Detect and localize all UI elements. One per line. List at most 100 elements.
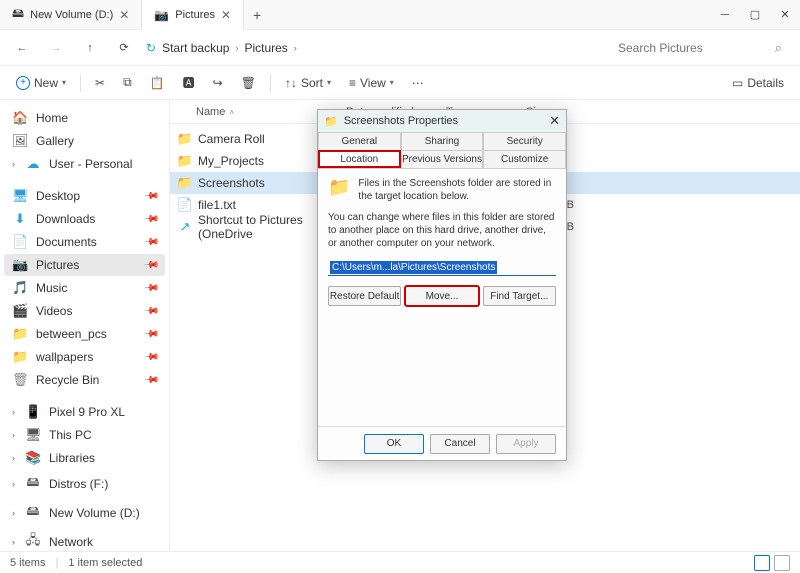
item-icon: 🏠	[12, 110, 28, 126]
minimize-button[interactable]: ─	[710, 0, 740, 30]
properties-dialog: 📁 Screenshots Properties ✕ General Shari…	[317, 109, 567, 461]
restore-default-button[interactable]: Restore Default	[328, 286, 401, 306]
search-icon: ⌕	[775, 40, 782, 56]
tab-security[interactable]: Security	[483, 132, 566, 150]
sidebar-item-network[interactable]: ›🖧Network	[4, 528, 165, 551]
pin-icon: 📌	[142, 372, 159, 389]
copy-button[interactable]: ⧉	[117, 71, 138, 95]
close-icon[interactable]: ✕	[221, 8, 231, 22]
item-label: Downloads	[36, 212, 95, 226]
sidebar-item-this-pc[interactable]: ›🖥This PC	[4, 424, 165, 446]
tab-customize[interactable]: Customize	[483, 150, 566, 168]
search-input[interactable]	[618, 41, 775, 55]
share-button[interactable]: ↪	[207, 71, 229, 95]
tab-pictures[interactable]: 📷 Pictures ✕	[142, 0, 244, 30]
tab-previous-versions[interactable]: Previous Versions	[401, 150, 484, 168]
item-icon: 🖧	[25, 531, 41, 551]
pin-icon: 📌	[142, 349, 159, 366]
cut-icon: ✂	[95, 76, 105, 90]
up-button[interactable]: ↑	[78, 36, 102, 60]
refresh-button[interactable]: ⟳	[112, 36, 136, 60]
new-button[interactable]: + New ▾	[10, 71, 72, 95]
properties-tabs: General Sharing Security Location Previo…	[318, 132, 566, 169]
thumbnails-view-button[interactable]	[774, 555, 790, 571]
close-window-button[interactable]: ✕	[770, 0, 800, 30]
sidebar-item-music[interactable]: 🎵Music📌	[4, 277, 165, 299]
item-label: Distros (F:)	[49, 477, 108, 491]
sidebar-item-wallpapers[interactable]: 📁wallpapers📌	[4, 346, 165, 368]
tab-sharing[interactable]: Sharing	[401, 132, 484, 150]
sidebar-item-distros-f-[interactable]: ›🖴Distros (F:)	[4, 470, 165, 498]
tab-location[interactable]: Location	[318, 150, 401, 168]
item-icon: 📷	[12, 257, 28, 273]
status-selected: 1 item selected	[68, 557, 142, 569]
sidebar-item-desktop[interactable]: 🖥Desktop📌	[4, 185, 165, 207]
sidebar-item-recycle-bin[interactable]: 🗑Recycle Bin📌	[4, 369, 165, 391]
sidebar-item-pixel-9-pro-xl[interactable]: ›📱Pixel 9 Pro XL	[4, 401, 165, 423]
view-button[interactable]: ≡ View ▾	[343, 71, 400, 95]
separator	[80, 74, 81, 92]
folder-icon: 📁	[324, 115, 338, 128]
chevron-right-icon: ›	[235, 43, 238, 53]
back-button[interactable]: ←	[10, 36, 34, 60]
item-icon: 🖥	[12, 188, 28, 204]
sort-button[interactable]: ↑↓ Sort ▾	[279, 71, 337, 95]
cancel-button[interactable]: Cancel	[430, 434, 490, 454]
maximize-button[interactable]: ▢	[740, 0, 770, 30]
find-target-button[interactable]: Find Target...	[483, 286, 556, 306]
tab-general[interactable]: General	[318, 132, 401, 150]
chevron-right-icon: ›	[12, 453, 15, 463]
apply-button[interactable]: Apply	[496, 434, 556, 454]
sidebar-item-libraries[interactable]: ›📚Libraries	[4, 447, 165, 469]
close-dialog-button[interactable]: ✕	[549, 113, 560, 129]
item-icon: 🖥	[25, 427, 41, 443]
search-box[interactable]: ⌕	[610, 36, 790, 60]
item-icon: ☁	[25, 156, 41, 172]
item-label: Pictures	[36, 258, 79, 272]
breadcrumb-backup[interactable]: Start backup	[162, 41, 229, 55]
item-icon: 📁	[12, 326, 28, 342]
item-label: Videos	[36, 304, 72, 318]
sidebar-item-videos[interactable]: 🎬Videos📌	[4, 300, 165, 322]
plus-icon: +	[16, 76, 30, 90]
details-icon: ▭	[732, 76, 743, 90]
statusbar: 5 items | 1 item selected	[0, 551, 800, 573]
rename-button[interactable]: 🅰	[177, 71, 201, 95]
location-path-input[interactable]: C:\Users\m...la\Pictures\Screenshots	[328, 260, 556, 276]
item-icon: 📁	[12, 349, 28, 365]
close-icon[interactable]: ✕	[119, 8, 129, 22]
paste-button[interactable]: 📋	[144, 71, 171, 95]
sidebar-item-gallery[interactable]: 🖼Gallery	[4, 130, 165, 152]
item-label: Home	[36, 111, 68, 125]
sidebar-item-new-volume-d-[interactable]: ›🖴New Volume (D:)	[4, 499, 165, 527]
drive-icon: 🖴	[12, 4, 24, 25]
dialog-titlebar[interactable]: 📁 Screenshots Properties ✕	[318, 110, 566, 132]
sidebar-item-documents[interactable]: 📄Documents📌	[4, 231, 165, 253]
forward-button[interactable]: →	[44, 36, 68, 60]
navbar: ← → ↑ ⟳ ↻ Start backup › Pictures › ⌕	[0, 30, 800, 66]
location-desc-1: Files in the Screenshots folder are stor…	[358, 177, 556, 203]
sidebar-item-user-personal[interactable]: ›☁User - Personal	[4, 153, 165, 175]
pin-icon: 📌	[142, 188, 159, 205]
dialog-body: 📁 Files in the Screenshots folder are st…	[318, 169, 566, 426]
more-button[interactable]: ⋯	[406, 71, 430, 95]
cut-button[interactable]: ✂	[89, 71, 111, 95]
delete-button[interactable]: 🗑	[235, 71, 262, 95]
file-icon: 📄	[176, 197, 194, 213]
new-tab-button[interactable]: +	[244, 7, 270, 23]
tab-new-volume[interactable]: 🖴 New Volume (D:) ✕	[0, 0, 142, 30]
breadcrumb[interactable]: ↻ Start backup › Pictures ›	[146, 41, 600, 55]
ok-button[interactable]: OK	[364, 434, 424, 454]
details-button[interactable]: ▭ Details	[726, 71, 790, 95]
breadcrumb-item[interactable]: Pictures	[244, 41, 287, 55]
item-label: New Volume (D:)	[49, 506, 140, 520]
share-icon: ↪	[213, 76, 223, 90]
sidebar-item-home[interactable]: 🏠 Home	[4, 107, 165, 129]
move-button[interactable]: Move...	[405, 286, 478, 306]
item-label: Recycle Bin	[36, 373, 99, 387]
sidebar-item-downloads[interactable]: ⬇Downloads📌	[4, 208, 165, 230]
sidebar-item-pictures[interactable]: 📷Pictures📌	[4, 254, 165, 276]
sidebar-item-between-pcs[interactable]: 📁between_pcs📌	[4, 323, 165, 345]
details-view-button[interactable]	[754, 555, 770, 571]
file-size: 0 KB	[532, 199, 794, 211]
